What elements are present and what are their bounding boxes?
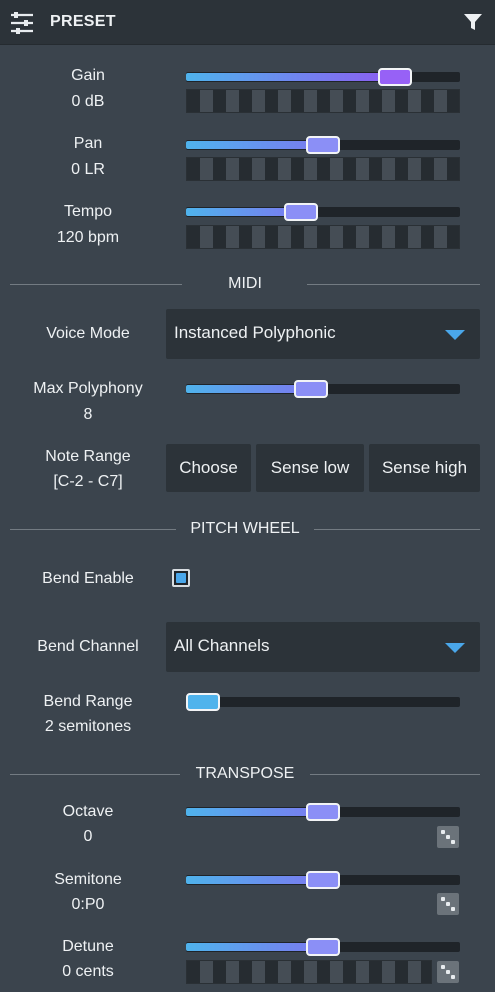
octave-value: 0 bbox=[83, 828, 93, 845]
chevron-down-icon bbox=[445, 643, 465, 653]
bend-range-slider-thumb[interactable] bbox=[186, 693, 220, 711]
semitone-value: 0:P0 bbox=[71, 896, 105, 913]
pitch-wheel-section-header: PITCH WHEEL bbox=[10, 519, 480, 539]
sense-low-button[interactable]: Sense low bbox=[256, 444, 364, 492]
octave-slider-thumb[interactable] bbox=[306, 803, 340, 821]
bend-enable-checkbox[interactable] bbox=[172, 569, 190, 587]
preset-header: PRESET bbox=[0, 0, 495, 45]
bend-enable-label: Bend Enable bbox=[42, 570, 134, 587]
chevron-down-icon bbox=[445, 330, 465, 340]
sense-high-button[interactable]: Sense high bbox=[369, 444, 480, 492]
pan-modulation-lane[interactable] bbox=[186, 157, 460, 181]
max-polyphony-slider[interactable] bbox=[186, 380, 460, 398]
bend-range-slider[interactable] bbox=[186, 693, 460, 711]
detune-slider[interactable] bbox=[186, 938, 460, 956]
detune-modulation-lane[interactable] bbox=[186, 960, 432, 984]
checkbox-checked-mark bbox=[176, 573, 186, 583]
tempo-slider-thumb[interactable] bbox=[284, 203, 319, 221]
pan-slider[interactable] bbox=[186, 136, 460, 154]
semitone-slider[interactable] bbox=[186, 871, 460, 889]
gain-slider-thumb[interactable] bbox=[378, 68, 412, 86]
pan-label: Pan bbox=[73, 135, 103, 152]
pan-slider-thumb[interactable] bbox=[306, 136, 340, 154]
max-polyphony-slider-thumb[interactable] bbox=[294, 380, 328, 398]
detune-value: 0 cents bbox=[62, 963, 114, 980]
octave-label: Octave bbox=[62, 803, 114, 820]
midi-section-header: MIDI bbox=[10, 274, 480, 294]
tempo-modulation-lane[interactable] bbox=[186, 225, 460, 249]
gain-value: 0 dB bbox=[71, 93, 105, 110]
note-range-label: Note Range bbox=[45, 448, 131, 465]
page-title: PRESET bbox=[50, 13, 116, 30]
bend-channel-value: All Channels bbox=[174, 636, 270, 655]
dice-icon[interactable] bbox=[437, 826, 459, 848]
pan-slider-fill bbox=[186, 141, 323, 149]
gain-label: Gain bbox=[71, 67, 105, 84]
bend-channel-dropdown[interactable]: All Channels bbox=[166, 622, 480, 672]
note-range-value: [C-2 - C7] bbox=[53, 473, 123, 490]
detune-slider-fill bbox=[186, 943, 323, 951]
choose-button[interactable]: Choose bbox=[166, 444, 251, 492]
bend-channel-label: Bend Channel bbox=[37, 638, 139, 655]
sliders-menu-icon[interactable] bbox=[8, 9, 36, 37]
gain-slider[interactable] bbox=[186, 68, 460, 86]
octave-slider[interactable] bbox=[186, 803, 460, 821]
transpose-section-header: TRANSPOSE bbox=[10, 764, 480, 784]
filter-icon[interactable] bbox=[462, 11, 484, 33]
max-polyphony-value: 8 bbox=[83, 406, 93, 423]
gain-slider-fill bbox=[186, 73, 395, 81]
voice-mode-dropdown[interactable]: Instanced Polyphonic bbox=[166, 309, 480, 359]
octave-slider-fill bbox=[186, 808, 323, 816]
dice-icon[interactable] bbox=[437, 893, 459, 915]
voice-mode-value: Instanced Polyphonic bbox=[174, 323, 336, 342]
detune-slider-thumb[interactable] bbox=[306, 938, 340, 956]
dice-icon[interactable] bbox=[437, 961, 459, 983]
pan-value: 0 LR bbox=[71, 161, 105, 178]
bend-range-label: Bend Range bbox=[43, 693, 133, 710]
voice-mode-label: Voice Mode bbox=[46, 325, 130, 342]
detune-label: Detune bbox=[62, 938, 114, 955]
tempo-slider[interactable] bbox=[186, 203, 460, 221]
semitone-label: Semitone bbox=[54, 871, 122, 888]
max-polyphony-label: Max Polyphony bbox=[33, 380, 143, 397]
max-polyphony-slider-fill bbox=[186, 385, 311, 393]
semitone-slider-fill bbox=[186, 876, 323, 884]
tempo-label: Tempo bbox=[63, 203, 113, 220]
tempo-value: 120 bpm bbox=[56, 229, 120, 246]
semitone-slider-thumb[interactable] bbox=[306, 871, 340, 889]
bend-range-value: 2 semitones bbox=[44, 718, 132, 735]
gain-modulation-lane[interactable] bbox=[186, 89, 460, 113]
